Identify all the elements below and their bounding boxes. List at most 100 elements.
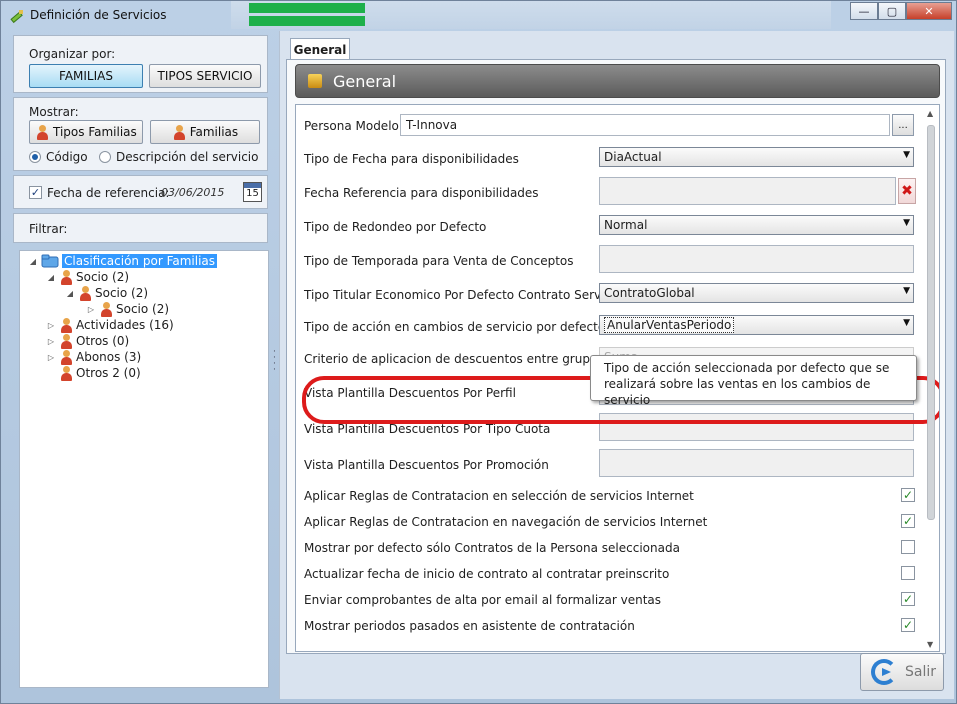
radio-descripcion[interactable]: Descripción del servicio	[99, 150, 258, 164]
tipos-familias-button[interactable]: Tipos Familias	[29, 120, 143, 144]
organize-label: Organizar por:	[29, 47, 116, 61]
right-panel: General General Persona Modelo T-Innova …	[279, 31, 954, 699]
tab-general[interactable]: General	[290, 38, 350, 60]
tipo-accion-value: AnularVentasPeriodo	[604, 317, 735, 333]
section-header: General	[295, 64, 940, 98]
browse-button[interactable]: ...	[892, 114, 914, 136]
tree-node[interactable]: Otros 2 (0)	[46, 365, 141, 381]
check-label: Enviar comprobantes de alta por email al…	[304, 593, 662, 607]
person-icon	[59, 317, 73, 333]
tipo-fecha-select[interactable]: DiaActual ▼	[599, 147, 914, 167]
actualizar-fecha-checkbox[interactable]	[901, 566, 915, 580]
reglas-seleccion-checkbox[interactable]: ✓	[901, 488, 915, 502]
person-icon	[35, 124, 49, 140]
solo-contratos-checkbox[interactable]	[901, 540, 915, 554]
tipo-accion-select[interactable]: AnularVentasPeriodo ▼	[599, 315, 914, 335]
fecha-referencia-label: Fecha Referencia para disponibilidades	[304, 186, 539, 200]
tipo-temporada-field[interactable]	[599, 245, 914, 273]
person-icon	[59, 349, 73, 365]
familias-button[interactable]: Familias	[150, 120, 260, 144]
radio-codigo[interactable]: Código	[29, 150, 88, 164]
tree-node[interactable]: ◢ Clasificación por Familias	[28, 253, 218, 269]
app-icon	[10, 10, 23, 24]
tipos-familias-label: Tipos Familias	[53, 125, 137, 139]
tree-node[interactable]: ▷ Otros (0)	[46, 333, 129, 349]
clear-icon[interactable]: ✖	[898, 178, 916, 204]
tree-node-label: Otros 2 (0)	[76, 366, 141, 380]
vista-promocion-field[interactable]	[599, 449, 914, 477]
expand-icon[interactable]: ▷	[86, 305, 96, 314]
tree-node[interactable]: ▷ Actividades (16)	[46, 317, 174, 333]
scroll-down-icon[interactable]: ▼	[927, 640, 933, 649]
group-icon	[99, 301, 113, 317]
tab-body: General Persona Modelo T-Innova ... Tipo…	[286, 59, 946, 654]
chevron-down-icon: ▼	[903, 150, 910, 160]
criterio-label: Criterio de aplicacion de descuentos ent…	[304, 352, 604, 366]
collapse-icon[interactable]: ◢	[65, 289, 75, 298]
tree-node-label: Actividades (16)	[76, 318, 174, 332]
background-progress-bar	[249, 3, 365, 13]
collapse-icon[interactable]: ◢	[46, 273, 56, 282]
folder-icon	[41, 254, 59, 268]
expand-icon[interactable]: ▷	[46, 353, 56, 362]
properties-grid: Persona Modelo T-Innova ... Tipo de Fech…	[295, 104, 940, 652]
chevron-down-icon: ▼	[903, 286, 910, 296]
persona-modelo-field[interactable]: T-Innova	[400, 114, 890, 136]
tree-node[interactable]: ▷ Socio (2)	[86, 301, 169, 317]
maximize-button[interactable]: ▢	[878, 2, 906, 20]
window-title: Definición de Servicios	[30, 8, 167, 22]
tree-node[interactable]: ▷ Abonos (3)	[46, 349, 141, 365]
reference-date-input[interactable]: 03/06/2015	[161, 186, 224, 199]
organize-group: Organizar por: FAMILIAS TIPOS SERVICIO	[13, 35, 268, 93]
close-button[interactable]: ✕	[906, 2, 952, 20]
tipo-redondeo-select[interactable]: Normal ▼	[599, 215, 914, 235]
tree-node-label: Socio (2)	[95, 286, 149, 300]
enviar-comprobantes-checkbox[interactable]: ✓	[901, 592, 915, 606]
tipo-temporada-label: Tipo de Temporada para Venta de Concepto…	[304, 254, 574, 268]
familias-toggle-button[interactable]: FAMILIAS	[29, 64, 143, 88]
vista-cuota-field[interactable]	[599, 413, 914, 441]
calendar-day: 15	[246, 188, 259, 199]
tipos-servicio-toggle-button[interactable]: TIPOS SERVICIO	[149, 64, 261, 88]
reglas-navegacion-checkbox[interactable]: ✓	[901, 514, 915, 528]
filter-group: Filtrar:	[13, 213, 268, 243]
vista-cuota-label: Vista Plantilla Descuentos Por Tipo Cuot…	[304, 422, 551, 436]
fecha-referencia-field[interactable]	[599, 177, 896, 205]
persona-modelo-label: Persona Modelo	[304, 119, 399, 133]
expand-icon[interactable]: ▷	[46, 337, 56, 346]
vista-promocion-label: Vista Plantilla Descuentos Por Promoción	[304, 458, 549, 472]
expand-icon[interactable]: ▷	[46, 321, 56, 330]
group-icon	[78, 285, 92, 301]
radio-codigo-label: Código	[46, 150, 88, 164]
person-icon	[59, 365, 73, 381]
minimize-button[interactable]: —	[850, 2, 878, 20]
vertical-scrollbar[interactable]: ▲ ▼	[925, 107, 937, 649]
tipo-titular-label: Tipo Titular Economico Por Defecto Contr…	[304, 288, 622, 302]
chevron-down-icon: ▼	[903, 218, 910, 228]
exit-button[interactable]: Salir	[860, 653, 944, 691]
title-bar: Definición de Servicios — ▢ ✕	[1, 1, 956, 31]
tipo-redondeo-value: Normal	[604, 218, 648, 232]
tipo-titular-select[interactable]: ContratoGlobal ▼	[599, 283, 914, 303]
tipo-titular-value: ContratoGlobal	[604, 286, 695, 300]
scroll-up-icon[interactable]: ▲	[927, 109, 933, 118]
tree-node-label: Socio (2)	[76, 270, 130, 284]
collapse-icon[interactable]: ◢	[28, 257, 38, 266]
tree-node-label: Otros (0)	[76, 334, 130, 348]
section-title: General	[333, 72, 397, 91]
tooltip: Tipo de acción seleccionada por defecto …	[590, 355, 917, 407]
periodos-pasados-checkbox[interactable]: ✓	[901, 618, 915, 632]
tree-node[interactable]: ◢ Socio (2)	[65, 285, 148, 301]
app-window: Definición de Servicios — ▢ ✕ Organizar …	[0, 0, 957, 704]
tipo-fecha-label: Tipo de Fecha para disponibilidades	[304, 152, 519, 166]
settings-icon	[308, 74, 322, 88]
reference-date-label: Fecha de referencia:	[47, 186, 170, 200]
background-progress-bar	[249, 16, 365, 26]
reference-date-checkbox[interactable]: ✓	[29, 186, 42, 199]
calendar-icon[interactable]: 15	[243, 182, 262, 202]
check-label: Mostrar periodos pasados en asistente de…	[304, 619, 635, 633]
tree-node[interactable]: ◢ Socio (2)	[46, 269, 129, 285]
person-icon	[59, 269, 73, 285]
scroll-thumb[interactable]	[927, 125, 935, 520]
splitter-grip[interactable]: · · · ·	[273, 348, 276, 375]
